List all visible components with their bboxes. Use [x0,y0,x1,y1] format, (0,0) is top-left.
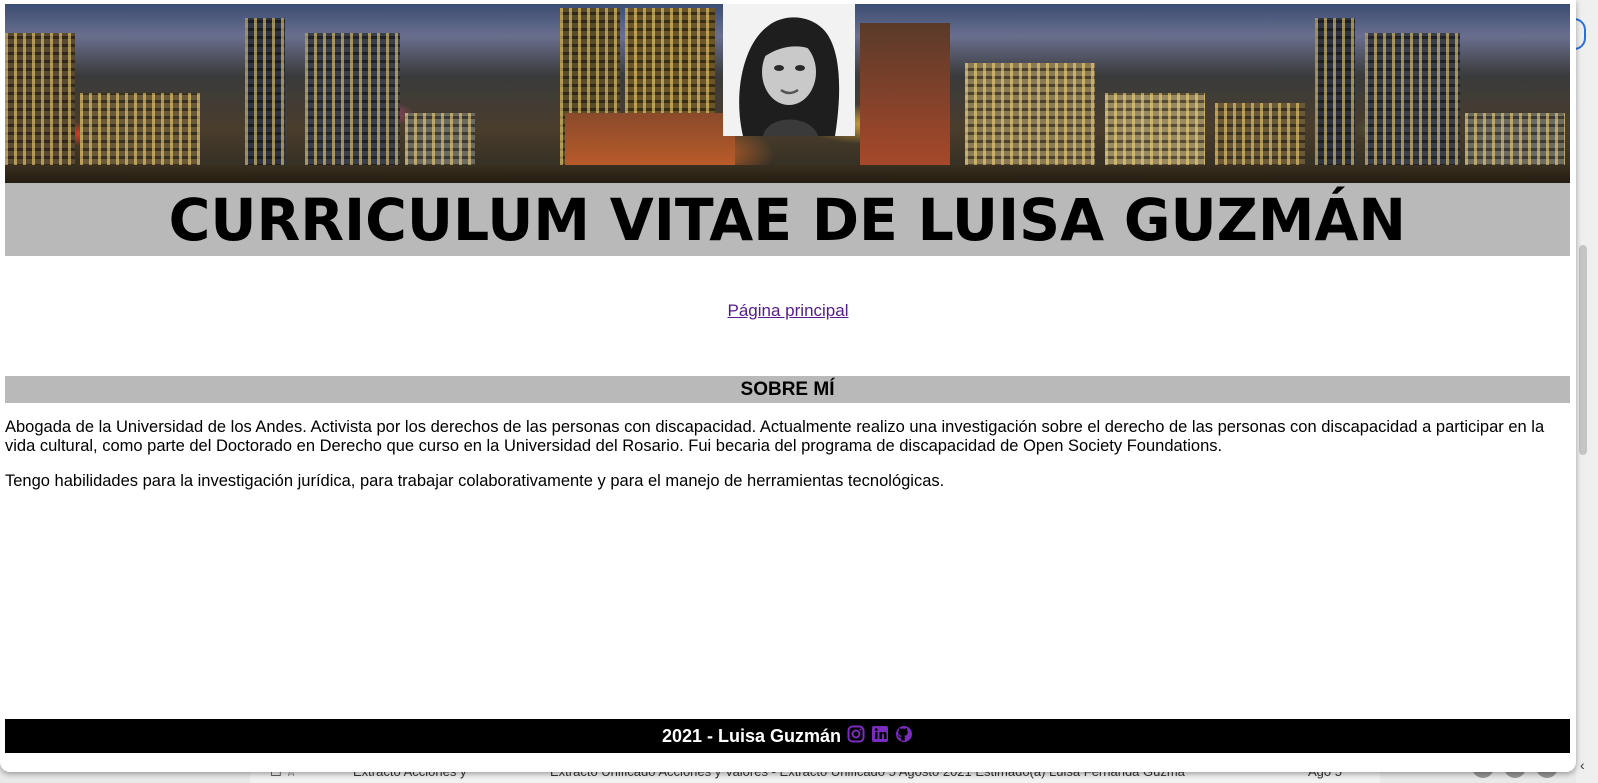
building-shape [1315,18,1355,183]
chevron-left-icon[interactable]: ‹ [1580,757,1585,773]
portrait-illustration [723,4,855,136]
about-heading-bar: SOBRE MÍ [5,376,1570,403]
about-paragraph: Abogada de la Universidad de los Andes. … [5,418,1545,455]
linkedin-icon[interactable] [871,725,889,748]
building-shape [245,18,285,183]
instagram-icon[interactable] [847,725,865,748]
building-shape [305,33,400,183]
about-section: Abogada de la Universidad de los Andes. … [5,418,1565,507]
footer: 2021 - Luisa Guzmán [5,719,1570,753]
home-link[interactable]: Página principal [728,301,849,320]
page-title: CURRICULUM VITAE DE LUISA GUZMÁN [168,185,1407,254]
building-shape [1365,33,1460,183]
church-tower-shape [860,23,950,183]
footer-copyright: 2021 - Luisa Guzmán [661,725,842,746]
github-icon[interactable] [895,725,913,748]
profile-photo [723,4,855,136]
webpage: CURRICULUM VITAE DE LUISA GUZMÁN Página … [0,0,1576,772]
title-bar: CURRICULUM VITAE DE LUISA GUZMÁN [5,183,1570,256]
about-paragraph: Tengo habilidades para la investigación … [5,472,945,490]
scrollbar-thumb[interactable] [1579,245,1587,455]
home-link-container: Página principal [0,301,1576,321]
about-heading: SOBRE MÍ [740,378,835,400]
building-shape [5,33,75,183]
street-shape [5,165,1570,183]
